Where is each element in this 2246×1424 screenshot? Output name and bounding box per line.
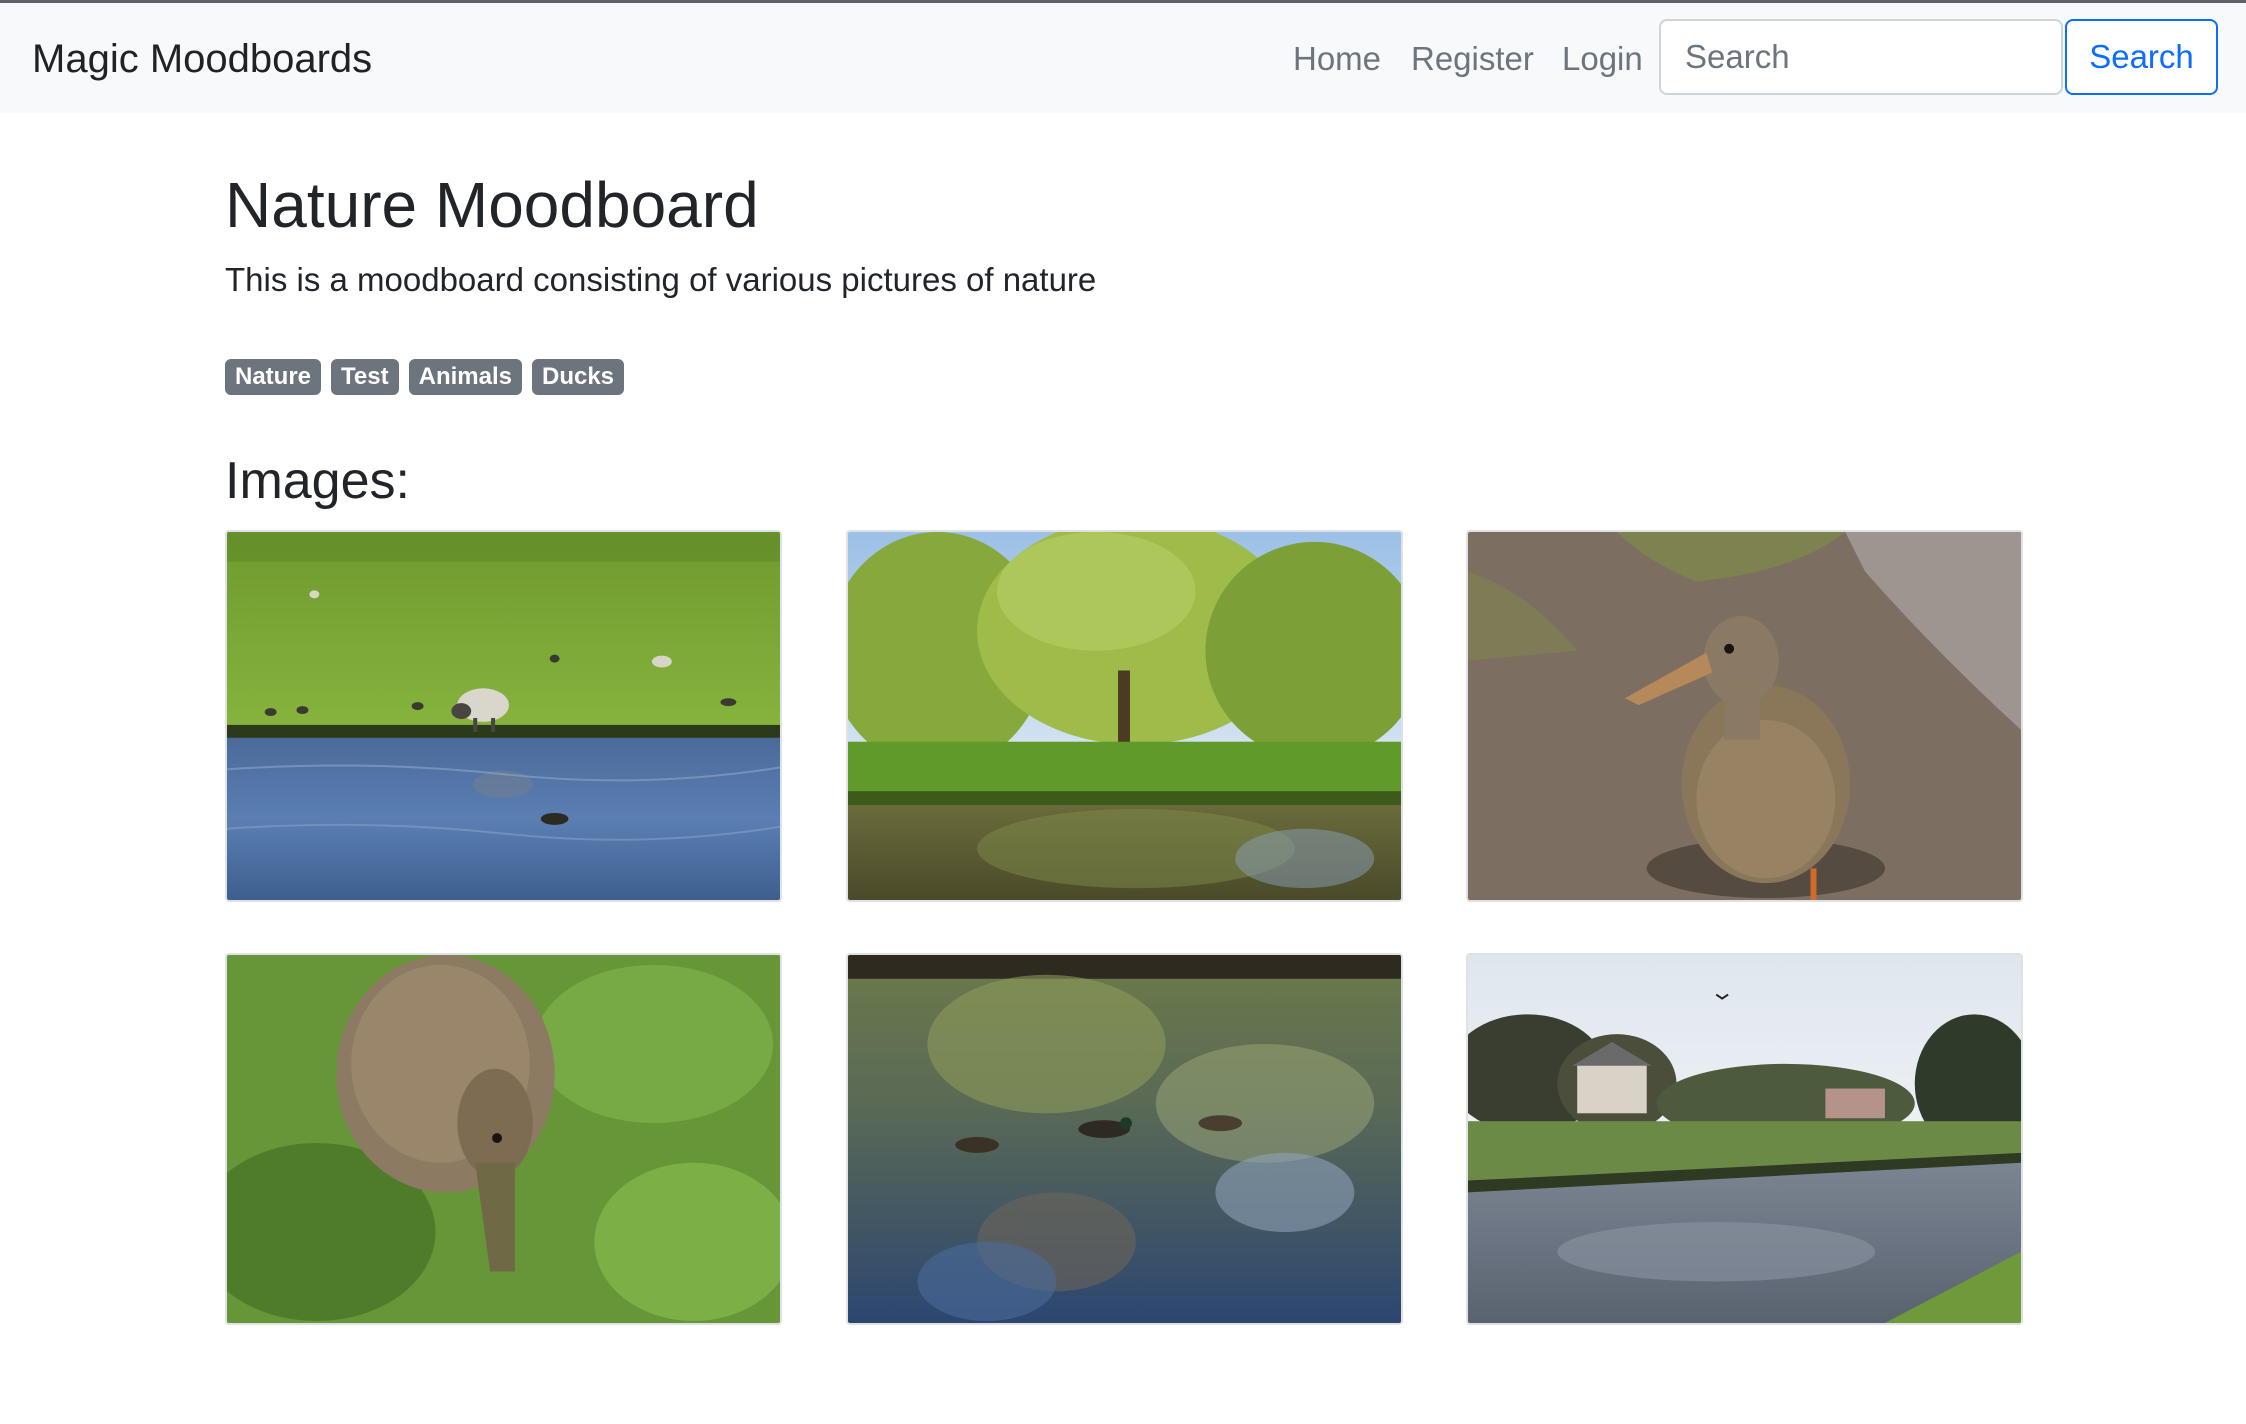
page-title: Nature Moodboard bbox=[225, 169, 759, 241]
image-ducks-swimming[interactable] bbox=[846, 953, 1403, 1325]
tag-list: Nature Test Animals Ducks bbox=[225, 359, 625, 395]
image-river-houses[interactable] bbox=[1466, 953, 2023, 1325]
images-heading: Images: bbox=[225, 452, 410, 510]
search-button[interactable]: Search bbox=[2065, 19, 2218, 95]
tag-badge: Test bbox=[331, 359, 399, 395]
nav-link-home[interactable]: Home bbox=[1293, 39, 1381, 79]
brand-logo[interactable]: Magic Moodboards bbox=[32, 35, 372, 83]
moodboard-description: This is a moodboard consisting of variou… bbox=[225, 261, 1097, 298]
image-duck-in-grass[interactable] bbox=[225, 953, 782, 1325]
image-willow-trees[interactable] bbox=[846, 530, 1403, 902]
search-input[interactable] bbox=[1659, 19, 2063, 95]
tag-badge: Nature bbox=[225, 359, 322, 395]
tag-badge: Animals bbox=[408, 359, 522, 395]
nav-link-register[interactable]: Register bbox=[1411, 39, 1534, 79]
navbar: Magic Moodboards Home Register Login Sea… bbox=[0, 3, 2246, 113]
nav-link-login[interactable]: Login bbox=[1562, 39, 1643, 79]
image-duck-on-path[interactable] bbox=[1466, 530, 2023, 902]
tag-badge: Ducks bbox=[531, 359, 625, 395]
image-sheep-by-river[interactable] bbox=[225, 530, 782, 902]
